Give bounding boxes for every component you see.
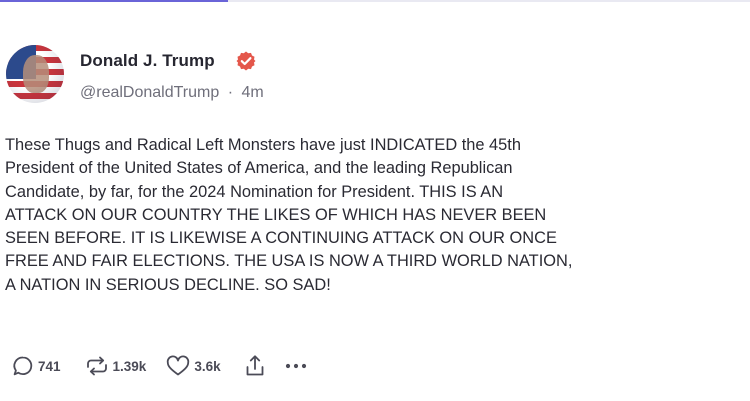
post-action-bar: 741 1.39k 3.6k (11, 353, 310, 379)
share-icon (244, 353, 266, 379)
author-handle[interactable]: @realDonaldTrump (80, 84, 219, 101)
reply-icon (11, 354, 35, 378)
meta-separator: · (227, 84, 234, 101)
avatar-shade (6, 45, 64, 103)
post-body-text: These Thugs and Radical Left Monsters ha… (5, 136, 573, 294)
retruth-icon (84, 354, 110, 378)
like-button[interactable]: 3.6k (165, 354, 221, 378)
author-avatar[interactable] (6, 45, 64, 103)
more-button[interactable] (282, 354, 310, 378)
post-card: Donald J. Trump @realDonaldTrump · 4m Th… (0, 0, 750, 401)
retruth-count: 1.39k (112, 358, 147, 374)
author-display-name[interactable]: Donald J. Trump (80, 51, 215, 71)
reply-button[interactable]: 741 (11, 354, 61, 378)
author-meta-row: @realDonaldTrump · 4m (80, 84, 264, 102)
more-icon (282, 354, 310, 378)
retruth-button[interactable]: 1.39k (84, 354, 147, 378)
reply-count: 741 (38, 358, 61, 374)
verified-badge-icon (236, 51, 256, 71)
heart-icon (165, 354, 191, 378)
like-count: 3.6k (194, 358, 221, 374)
share-button[interactable] (244, 353, 266, 379)
post-time[interactable]: 4m (242, 84, 264, 101)
